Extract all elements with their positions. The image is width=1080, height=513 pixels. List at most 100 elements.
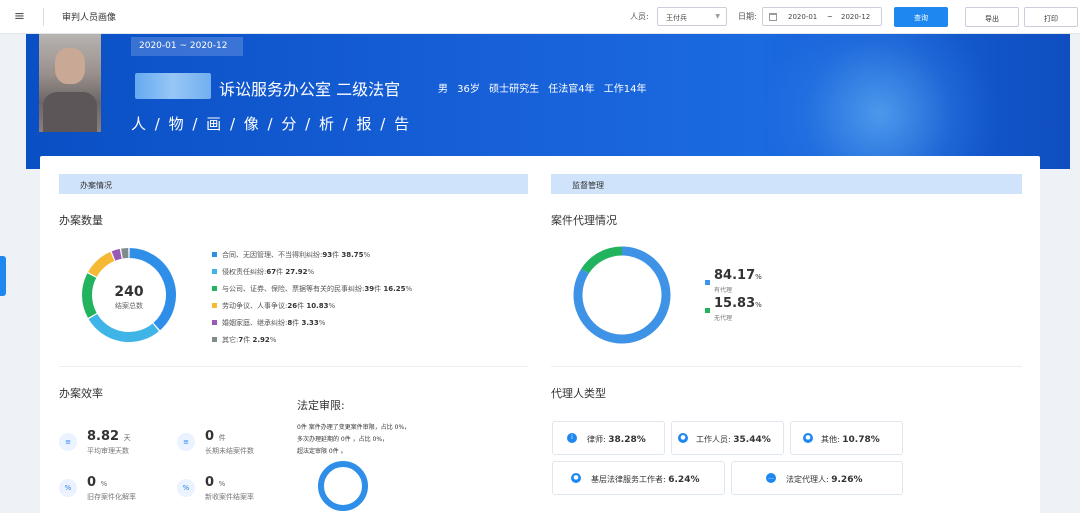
agency-title: 案件代理情况	[551, 214, 617, 227]
agent-staff: ● 工作人员: 35.44%	[671, 421, 784, 455]
user-icon: ●	[678, 433, 688, 443]
date-label: 日期:	[738, 12, 757, 21]
profile-details: 男 36岁 硕士研究生 任法官4年 工作14年	[438, 84, 647, 95]
avatar-face	[55, 48, 85, 84]
case-legend-item: 侵权责任纠纷:67件 27.92%	[212, 267, 314, 277]
donut-slice	[121, 248, 129, 259]
person-select-value: 王付兵	[666, 14, 687, 22]
legend-text: 与公司、证券、保险、票据等有关的民事纠纷:39件 16.25%	[222, 285, 413, 293]
legal-limit-ring	[318, 461, 368, 511]
person-select[interactable]: 王付兵 ▼	[657, 7, 727, 26]
avatar-body	[43, 92, 97, 132]
legal-limit-line: 超法定审限 0件 。	[297, 448, 347, 455]
stat-value: 8.82 天	[87, 429, 131, 444]
chevron-down-icon: ▼	[715, 13, 720, 20]
without-agent-label: 无代理	[714, 315, 733, 322]
case-legend-item: 合同、无因管理、不当得利纠纷:93件 38.75%	[212, 250, 370, 260]
with-agent-dot	[705, 280, 710, 285]
avatar	[39, 34, 101, 132]
case-total-label: 结案总数	[115, 302, 143, 310]
stat-value: 0 %	[87, 475, 108, 490]
percent-icon: %	[177, 479, 195, 497]
divider	[59, 366, 528, 367]
agent-legal-rep: … 法定代理人: 9.26%	[731, 461, 903, 495]
legend-dot	[212, 320, 217, 325]
agent-other: ● 其他: 10.78%	[790, 421, 903, 455]
donut-slice	[88, 251, 115, 278]
legend-text: 其它:7件 2.92%	[222, 336, 277, 344]
print-button[interactable]: 打印	[1024, 7, 1078, 27]
agent-legal-service: ● 基层法律服务工作者: 6.24%	[552, 461, 725, 495]
without-agent-pct: 15.83%	[714, 296, 762, 311]
agent-pct: 6.24%	[668, 475, 700, 485]
legend-dot	[212, 303, 217, 308]
legend-text: 婚姻家庭、继承纠纷:8件 3.33%	[222, 319, 326, 327]
menu-icon[interactable]: ≡	[14, 10, 25, 24]
stat-label: 平均审理天数	[87, 447, 129, 455]
donut-slice	[111, 248, 122, 261]
section-supervision: 监督管理	[551, 174, 1022, 194]
case-legend-item: 与公司、证券、保险、票据等有关的民事纠纷:39件 16.25%	[212, 284, 412, 294]
case-count-title: 办案数量	[59, 214, 103, 227]
agent-pct: 38.28%	[608, 435, 646, 445]
with-agent-pct: 84.17%	[714, 268, 762, 283]
percent-icon: %	[59, 479, 77, 497]
agent-label: 基层法律服务工作者:	[591, 475, 666, 484]
donut-slice	[581, 246, 623, 274]
agent-label: 律师:	[587, 435, 606, 444]
stat-label: 长期未结案件数	[205, 447, 254, 455]
agent-pct: 10.78%	[842, 435, 880, 445]
case-legend-item: 劳动争议、人事争议:26件 10.83%	[212, 301, 335, 311]
side-expand-handle[interactable]	[0, 256, 6, 296]
agent-label: 法定代理人:	[786, 475, 829, 484]
with-agent-label: 有代理	[714, 287, 733, 294]
content-card	[40, 156, 1040, 513]
name-redacted	[135, 73, 211, 99]
agent-lawyer: i 律师: 38.28%	[552, 421, 665, 455]
agency-donut-chart	[573, 246, 671, 344]
dept-rank: 诉讼服务办公室 二级法官	[219, 80, 401, 99]
legend-text: 侵权责任纠纷:67件 27.92%	[222, 268, 315, 276]
export-button[interactable]: 导出	[965, 7, 1019, 27]
legend-text: 合同、无因管理、不当得利纠纷:93件 38.75%	[222, 251, 371, 259]
stat-label: 新收案件结案率	[205, 493, 254, 501]
date-start: 2020-01	[788, 13, 818, 21]
list-icon: ≡	[59, 433, 77, 451]
stat-value: 0 %	[205, 475, 226, 490]
chat-icon: …	[766, 473, 776, 483]
person-label: 人员:	[630, 12, 649, 21]
without-agent-dot	[705, 308, 710, 313]
date-separator: ~	[827, 13, 833, 21]
query-button[interactable]: 查询	[894, 7, 948, 27]
donut-slice	[88, 313, 159, 342]
efficiency-title: 办案效率	[59, 387, 103, 400]
case-legend-item: 其它:7件 2.92%	[212, 335, 276, 345]
info-icon: i	[567, 433, 577, 443]
period-tag: 2020-01 ~ 2020-12	[131, 37, 243, 56]
date-end: 2020-12	[841, 13, 871, 21]
divider	[551, 366, 1022, 367]
users-icon: ●	[803, 433, 813, 443]
legal-limit-line: 多次办理延期的 0件 ，占比 0%，	[297, 436, 389, 443]
agent-label: 工作人员:	[696, 435, 731, 444]
legend-dot	[212, 269, 217, 274]
legend-dot	[212, 286, 217, 291]
legend-text: 劳动争议、人事争议:26件 10.83%	[222, 302, 336, 310]
list-icon: ≡	[177, 433, 195, 451]
page-title: 审判人员画像	[62, 13, 117, 23]
legend-dot	[212, 337, 217, 342]
agent-pct: 35.44%	[733, 435, 771, 445]
legend-dot	[212, 252, 217, 257]
stat-label: 旧存案件化解率	[87, 493, 136, 501]
agent-label: 其他:	[821, 435, 840, 444]
case-legend-item: 婚姻家庭、继承纠纷:8件 3.33%	[212, 318, 325, 328]
legal-limit-line: 0件 案件办理了变更案件审限，占比 0%，	[297, 424, 411, 431]
date-range-picker[interactable]: 2020-01 ~ 2020-12	[762, 7, 882, 26]
legal-limit-title: 法定审限:	[297, 399, 345, 412]
agent-type-title: 代理人类型	[551, 387, 606, 400]
section-case-handling: 办案情况	[59, 174, 528, 194]
divider	[43, 8, 44, 26]
calendar-icon	[769, 13, 777, 21]
top-bar: ≡ 审判人员画像 人员: 王付兵 ▼ 日期: 2020-01 ~ 2020-12…	[0, 0, 1080, 34]
report-title: 人 / 物 / 画 / 像 / 分 / 析 / 报 / 告	[131, 115, 412, 133]
